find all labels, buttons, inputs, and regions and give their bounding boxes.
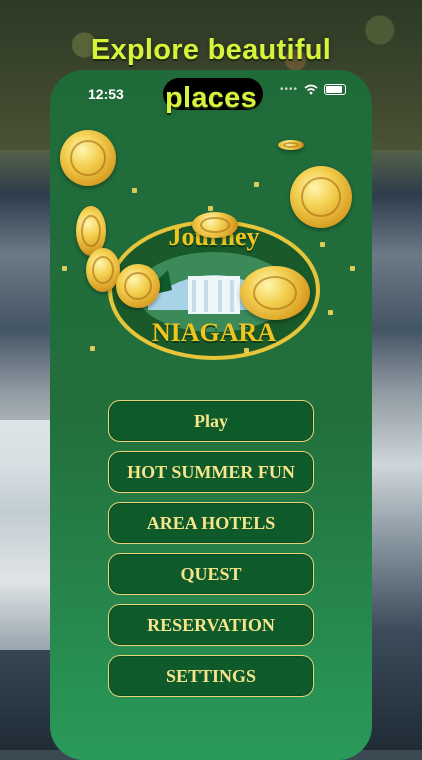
coin-icon — [60, 130, 116, 186]
coin-icon — [86, 248, 120, 292]
quest-button[interactable]: QUEST — [108, 553, 314, 595]
sparkle-icon — [328, 310, 333, 315]
phone-frame: 12:53 •••• Journey NIAGARA — [50, 70, 372, 760]
sparkle-icon — [132, 188, 137, 193]
reservation-button[interactable]: RESERVATION — [108, 604, 314, 646]
coin-icon — [116, 264, 160, 308]
sparkle-icon — [254, 182, 259, 187]
area-hotels-button[interactable]: AREA HOTELS — [108, 502, 314, 544]
headline-line-1: Explore beautiful — [90, 34, 332, 66]
headline-line-2: places — [164, 82, 258, 114]
sparkle-icon — [208, 206, 213, 211]
main-menu: Play HOT SUMMER FUN AREA HOTELS QUEST RE… — [108, 400, 314, 697]
sparkle-icon — [62, 266, 67, 271]
sparkle-icon — [90, 346, 95, 351]
hot-summer-fun-button[interactable]: HOT SUMMER FUN — [108, 451, 314, 493]
settings-button[interactable]: SETTINGS — [108, 655, 314, 697]
coin-icon — [192, 212, 238, 238]
logo-title-bottom: NIAGARA — [151, 318, 277, 347]
sparkle-icon — [350, 266, 355, 271]
coin-icon — [290, 166, 352, 228]
sparkle-icon — [244, 348, 249, 353]
play-button[interactable]: Play — [108, 400, 314, 442]
coin-icon — [278, 140, 304, 150]
coin-icon — [240, 266, 310, 320]
sparkle-icon — [320, 242, 325, 247]
